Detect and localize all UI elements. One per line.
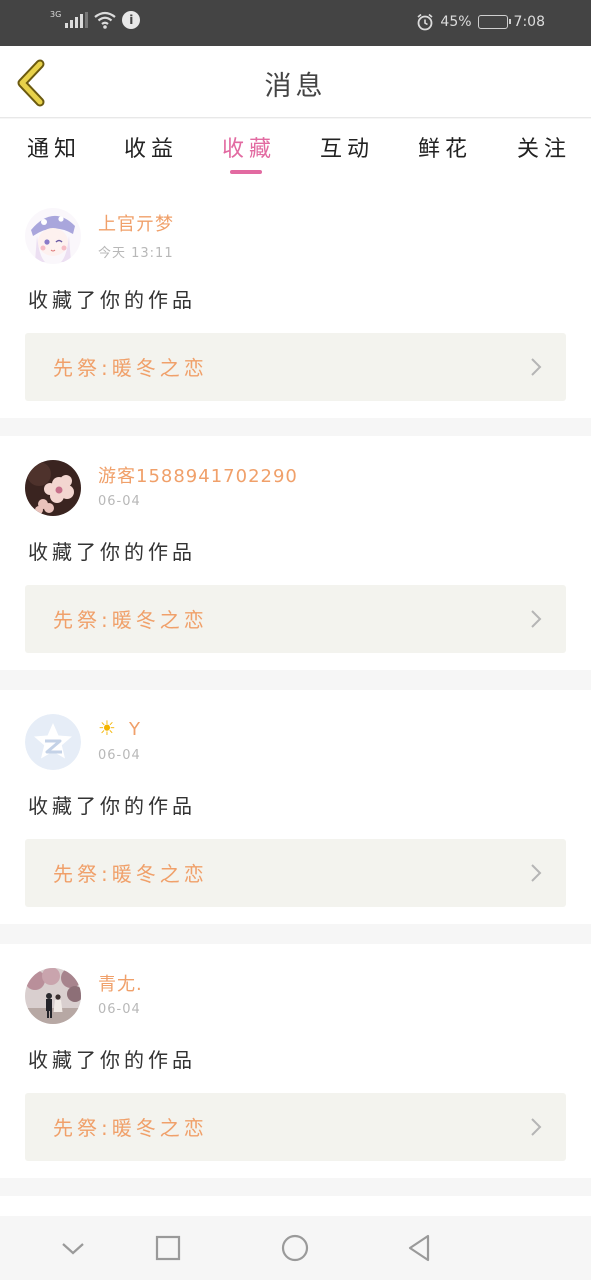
timestamp: 06-04 [98, 748, 141, 763]
timestamp: 06-04 [98, 494, 141, 509]
list-item: ☀ Y 06-04 收藏了你的作品 先祭:暖冬之恋 [0, 690, 591, 924]
header: 消息 [0, 46, 591, 118]
battery-percent: 45% [440, 14, 472, 30]
triangle-back-icon[interactable] [404, 1232, 436, 1264]
list-item: 上官亓梦 今天 13:11 收藏了你的作品 先祭:暖冬之恋 [0, 184, 591, 418]
work-title: 先祭:暖冬之恋 [53, 862, 208, 886]
active-tab-indicator [230, 170, 262, 174]
username[interactable]: 游客1588941702290 [98, 462, 298, 488]
timestamp: 今天 13:11 [98, 246, 174, 261]
sun-icon: ☀ [98, 716, 117, 740]
avatar[interactable] [25, 460, 81, 516]
chevron-down-icon[interactable] [57, 1232, 89, 1264]
chevron-right-icon [531, 610, 542, 628]
qzone-avatar [25, 714, 81, 770]
action-text: 收藏了你的作品 [28, 1048, 196, 1072]
wifi-icon [94, 11, 116, 29]
signal-label: 3G [50, 9, 62, 19]
avatar[interactable] [25, 208, 81, 264]
username[interactable]: 上官亓梦 [98, 210, 174, 236]
signal-icon [65, 12, 89, 28]
timestamp: 06-04 [98, 1002, 141, 1017]
flower-avatar [25, 460, 81, 516]
tab-favorites[interactable]: 收藏 [222, 131, 276, 163]
action-text: 收藏了你的作品 [28, 794, 196, 818]
work-link[interactable]: 先祭:暖冬之恋 [25, 1093, 566, 1161]
avatar[interactable] [25, 968, 81, 1024]
chevron-right-icon [531, 358, 542, 376]
work-link[interactable]: 先祭:暖冬之恋 [25, 585, 566, 653]
work-title: 先祭:暖冬之恋 [53, 608, 208, 632]
anime-girl-avatar [25, 208, 81, 264]
list-item: 青尢. 06-04 收藏了你的作品 先祭:暖冬之恋 [0, 944, 591, 1178]
chevron-right-icon [531, 864, 542, 882]
work-link[interactable]: 先祭:暖冬之恋 [25, 333, 566, 401]
battery-icon [477, 15, 511, 29]
username-text: Y [128, 719, 141, 740]
status-bar: 3G i 45% 7:08 [0, 0, 591, 46]
avatar[interactable] [25, 714, 81, 770]
tab-notifications[interactable]: 通知 [27, 131, 81, 163]
tab-flowers[interactable]: 鲜花 [418, 131, 472, 163]
square-icon[interactable] [152, 1232, 184, 1264]
list-item [0, 1196, 591, 1216]
work-link[interactable]: 先祭:暖冬之恋 [25, 839, 566, 907]
page-title: 消息 [264, 71, 327, 102]
alarm-icon [417, 13, 433, 31]
action-text: 收藏了你的作品 [28, 288, 196, 312]
work-title: 先祭:暖冬之恋 [53, 356, 208, 380]
couple-photo-avatar [25, 968, 81, 1024]
tab-bar: 通知 收益 收藏 互动 鲜花 关注 [0, 119, 591, 185]
username[interactable]: 青尢. [98, 970, 143, 996]
work-title: 先祭:暖冬之恋 [53, 1116, 208, 1140]
system-nav-bar [0, 1216, 591, 1280]
action-text: 收藏了你的作品 [28, 540, 196, 564]
list-item: 游客1588941702290 06-04 收藏了你的作品 先祭:暖冬之恋 [0, 436, 591, 670]
clock: 7:08 [513, 14, 545, 30]
circle-icon[interactable] [279, 1232, 311, 1264]
tab-earnings[interactable]: 收益 [124, 131, 178, 163]
username[interactable]: ☀ Y [98, 716, 141, 740]
tab-interactions[interactable]: 互动 [320, 131, 374, 163]
info-icon: i [122, 11, 141, 29]
chevron-right-icon [531, 1118, 542, 1136]
tab-following[interactable]: 关注 [517, 131, 571, 163]
